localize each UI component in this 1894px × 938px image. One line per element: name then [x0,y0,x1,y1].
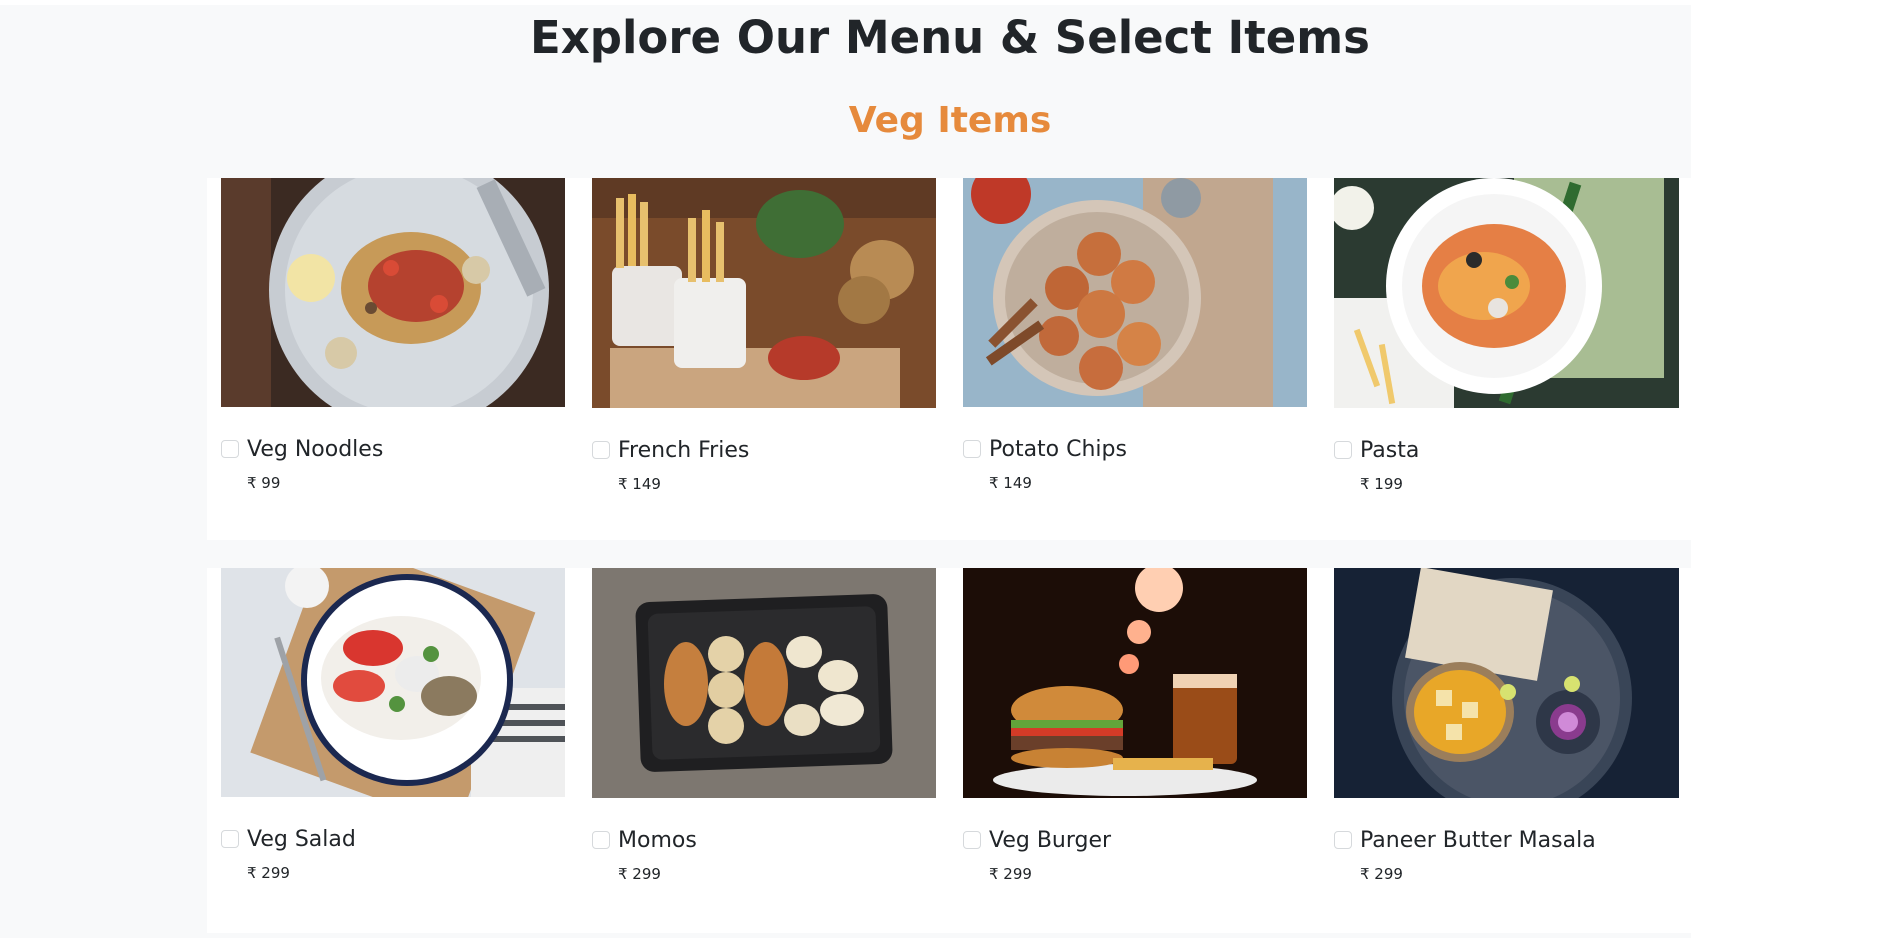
paneer-butter-masala-image [1334,568,1679,798]
item-price: ₹ 299 [247,864,290,882]
item-price: ₹ 299 [618,865,661,883]
item-checkbox-potato-chips[interactable] [963,440,981,458]
item-row: Veg Burger [963,825,1111,855]
menu-section: Explore Our Menu & Select Items Veg Item… [0,5,1691,938]
item-name: Veg Noodles [247,436,384,462]
potato-chips-image [963,178,1307,407]
menu-row-2: Veg Salad ₹ 299 Momos ₹ 299 Veg Burger ₹… [207,568,1691,933]
veg-salad-image [221,568,565,797]
item-name: Veg Salad [247,826,356,852]
item-row: Veg Noodles [221,434,383,464]
page-title: Explore Our Menu & Select Items [530,11,1370,64]
item-row: Pasta [1334,435,1419,465]
item-name: Veg Burger [989,827,1112,853]
item-name: French Fries [618,437,750,463]
veg-noodles-image [221,178,565,407]
page: Explore Our Menu & Select Items Veg Item… [0,0,1894,938]
item-price: ₹ 149 [989,474,1032,492]
item-row: Veg Salad [221,824,356,854]
item-checkbox-pasta[interactable] [1334,441,1352,459]
pasta-image [1334,178,1679,408]
item-checkbox-veg-noodles[interactable] [221,440,239,458]
item-checkbox-veg-burger[interactable] [963,831,981,849]
item-row: Paneer Butter Masala [1334,825,1596,855]
item-row: French Fries [592,435,749,465]
item-row: Momos [592,825,697,855]
item-name: Potato Chips [989,436,1127,462]
menu-row-1: Veg Noodles ₹ 99 French Fries ₹ 149 Pota… [207,178,1691,540]
veg-burger-image [963,568,1307,798]
item-name: Pasta [1360,437,1420,463]
item-price: ₹ 99 [247,474,281,492]
momos-image [592,568,936,798]
french-fries-image [592,178,936,408]
item-price: ₹ 199 [1360,475,1403,493]
item-checkbox-veg-salad[interactable] [221,830,239,848]
item-name: Paneer Butter Masala [1360,827,1596,853]
item-price: ₹ 149 [618,475,661,493]
item-checkbox-paneer-butter-masala[interactable] [1334,831,1352,849]
item-name: Momos [618,827,697,853]
item-price: ₹ 299 [1360,865,1403,883]
section-title-veg-items: Veg Items [848,100,1052,141]
item-checkbox-french-fries[interactable] [592,441,610,459]
item-checkbox-momos[interactable] [592,831,610,849]
item-row: Potato Chips [963,434,1127,464]
item-price: ₹ 299 [989,865,1032,883]
